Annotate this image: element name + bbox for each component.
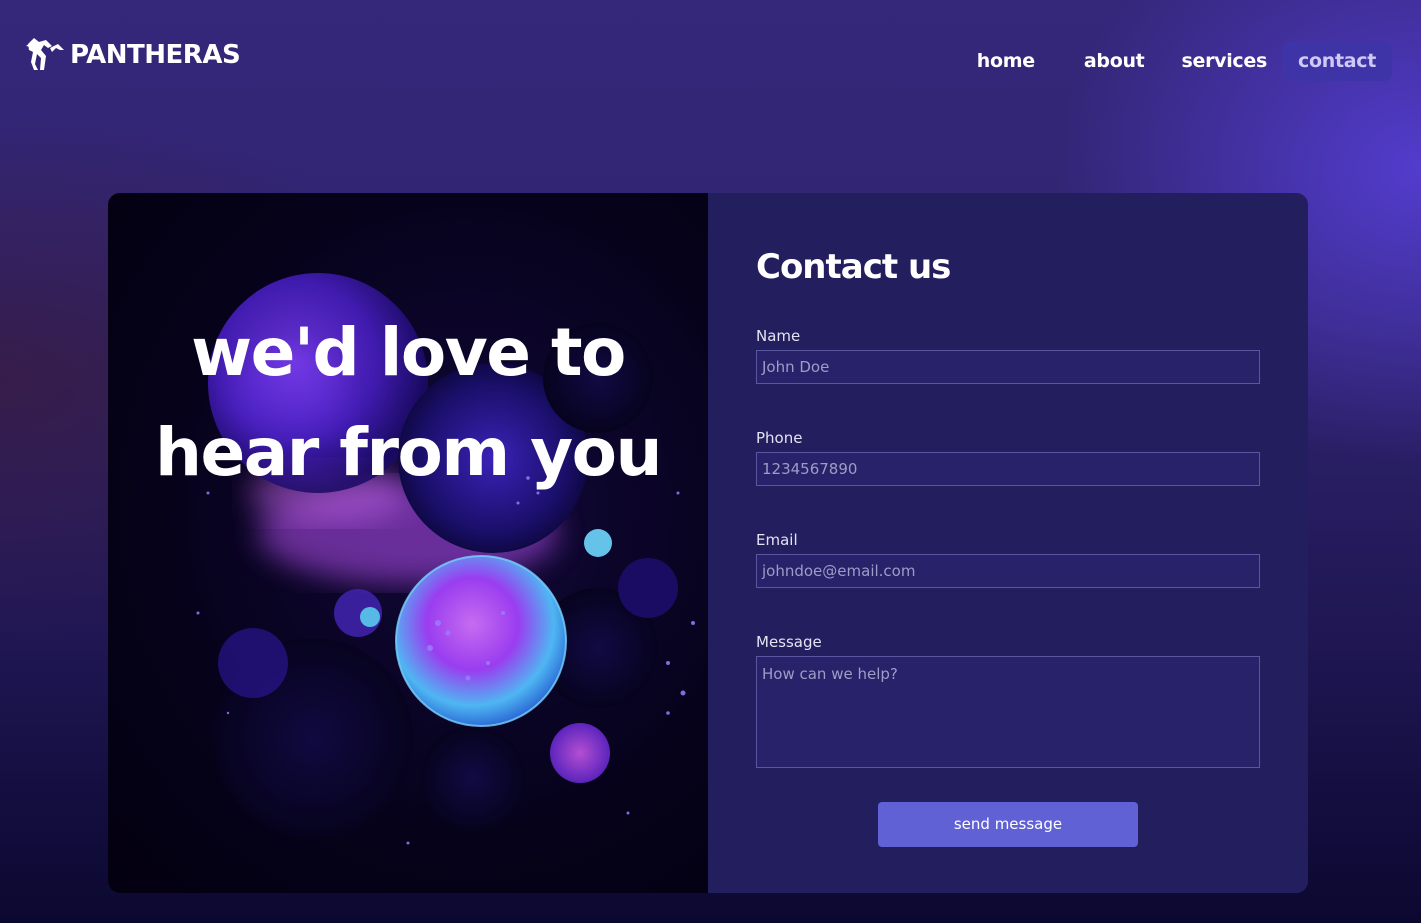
name-input[interactable]: John Doe [756, 350, 1260, 384]
bubbles-image [196, 273, 695, 845]
send-message-button[interactable]: send message [878, 802, 1138, 847]
hero-heading: we'd love to hear from you [108, 303, 708, 503]
hero-line-2: hear from you [154, 414, 663, 491]
nav-home[interactable]: home [961, 41, 1051, 81]
form-title: Contact us [756, 247, 951, 287]
main-nav: home about services contact [961, 41, 1392, 81]
hero-line-1: we'd love to [191, 314, 626, 391]
name-label: Name [756, 327, 801, 345]
nav-about[interactable]: about [1069, 41, 1160, 81]
phone-input[interactable]: 1234567890 [756, 452, 1260, 486]
message-field-group: Message How can we help? [756, 632, 1260, 768]
phone-field-group: Phone 1234567890 [756, 428, 1260, 486]
name-field-group: Name John Doe [756, 326, 1260, 384]
brand-name: PANTHERAS [70, 40, 241, 70]
contact-card: we'd love to hear from you Contact us Na… [108, 193, 1308, 893]
email-label: Email [756, 531, 798, 549]
bubbles-artwork: we'd love to hear from you [108, 193, 708, 893]
brand-logo[interactable]: PANTHERAS [24, 36, 241, 74]
phone-label: Phone [756, 429, 803, 447]
contact-form: Contact us Name John Doe Phone 123456789… [708, 193, 1308, 893]
message-label: Message [756, 633, 822, 651]
message-textarea[interactable]: How can we help? [756, 656, 1260, 768]
nav-contact[interactable]: contact [1282, 41, 1392, 81]
nav-services[interactable]: services [1167, 41, 1282, 81]
email-input[interactable]: johndoe@email.com [756, 554, 1260, 588]
panther-icon [26, 38, 64, 70]
email-field-group: Email johndoe@email.com [756, 530, 1260, 588]
